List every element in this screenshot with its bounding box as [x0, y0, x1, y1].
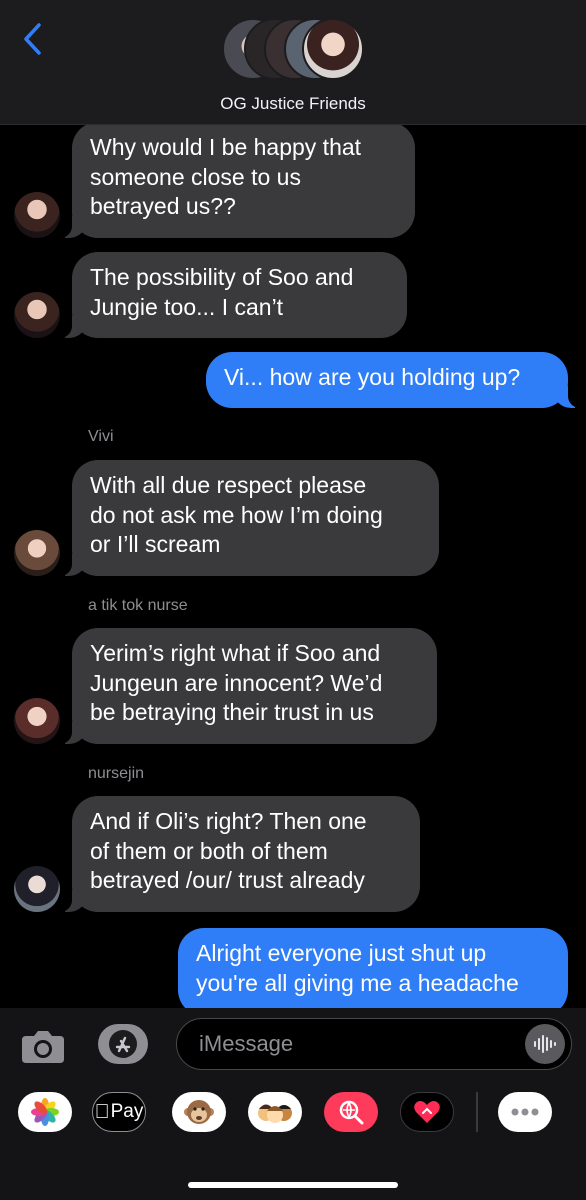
image-search-icon: [339, 1100, 364, 1125]
audio-message-button[interactable]: [525, 1024, 565, 1064]
message-input-bar: iMessage: [0, 1008, 586, 1080]
message-line: you're all giving me a headache: [196, 969, 519, 996]
home-indicator[interactable]: [188, 1182, 398, 1188]
apple-pay-button[interactable]:  Pay: [92, 1092, 146, 1132]
message-line: Alright everyone just shut up: [196, 940, 487, 966]
message-bubble-incoming[interactable]: Yerim’s right what if Soo and Jungeun ar…: [60, 628, 437, 744]
camera-button[interactable]: [20, 1026, 66, 1066]
conversation-header: OG Justice Friends: [0, 0, 586, 125]
message-line: or I’ll scream: [90, 531, 221, 557]
message-line: Vi... how are you holding up?: [224, 364, 521, 390]
message-bubble-incoming[interactable]: With all due respect please do not ask m…: [60, 460, 439, 576]
message-line: of them or both of them: [90, 837, 328, 864]
image-search-button[interactable]: [324, 1092, 378, 1132]
message-line: do not ask me how I’m doing: [90, 501, 383, 528]
message-bubble-outgoing[interactable]: Alright everyone just shut up you're all…: [178, 928, 568, 1016]
message-line: And if Oli’s right? Then one: [90, 808, 367, 834]
back-button[interactable]: [16, 22, 50, 56]
more-apps-button[interactable]: [498, 1092, 552, 1132]
audio-waveform-icon: [534, 1035, 556, 1053]
message-line: With all due respect please: [90, 472, 367, 498]
sender-avatar[interactable]: [14, 192, 60, 238]
sender-name: a tik tok nurse: [88, 597, 188, 614]
group-name[interactable]: OG Justice Friends: [0, 94, 586, 114]
message-line: Why would I be happy that: [90, 134, 362, 160]
app-store-button[interactable]: [98, 1024, 148, 1064]
message-input[interactable]: iMessage: [176, 1018, 572, 1070]
sender-avatar[interactable]: [14, 698, 60, 744]
message-bubble-incoming[interactable]: Why would I be happy that someone close …: [60, 122, 415, 238]
digital-touch-button[interactable]: [400, 1092, 454, 1132]
message-line: someone close to us: [90, 163, 301, 190]
message-line: Jungeun are innocent? We’d: [90, 669, 383, 696]
sender-name: Vivi: [88, 428, 114, 445]
animoji-button[interactable]: [172, 1092, 226, 1132]
chevron-left-icon: [24, 23, 41, 55]
group-avatar-stack[interactable]: [222, 18, 366, 84]
photos-icon: [31, 1098, 59, 1126]
photos-app-button[interactable]: [18, 1092, 72, 1132]
message-thread: Why would I be happy that someone close …: [0, 0, 586, 1016]
apple-pay-label: Pay: [103, 1101, 144, 1122]
animoji-icon: [184, 1100, 214, 1124]
avatar: [302, 18, 364, 80]
drawer-divider: [476, 1092, 478, 1132]
message-bubble-outgoing[interactable]: Vi... how are you holding up?: [206, 352, 580, 408]
sender-avatar[interactable]: [14, 530, 60, 576]
app-store-icon: [109, 1030, 137, 1058]
message-line: Jungie too... I can’t: [90, 293, 284, 320]
digital-touch-icon: [414, 1101, 440, 1123]
message-line: betrayed us??: [90, 193, 236, 219]
apple-pay-icon: : [95, 1101, 110, 1124]
sender-name: nursejin: [88, 765, 145, 782]
camera-icon: [22, 1031, 64, 1063]
message-line: betrayed /our/ trust already: [90, 867, 365, 893]
message-bubble-incoming[interactable]: The possibility of Soo and Jungie too...…: [60, 252, 407, 338]
message-line: The possibility of Soo and: [90, 264, 354, 290]
message-bubble-incoming[interactable]: And if Oli’s right? Then one of them or …: [60, 796, 420, 912]
message-line: be betraying their trust in us: [90, 699, 374, 725]
message-input-placeholder: iMessage: [199, 1031, 294, 1056]
more-icon: [511, 1108, 539, 1116]
sender-avatar[interactable]: [14, 866, 60, 912]
message-line: Yerim’s right what if Soo and: [90, 640, 381, 666]
sender-avatar[interactable]: [14, 292, 60, 338]
memoji-button[interactable]: [248, 1092, 302, 1132]
memoji-icon: [258, 1104, 292, 1123]
